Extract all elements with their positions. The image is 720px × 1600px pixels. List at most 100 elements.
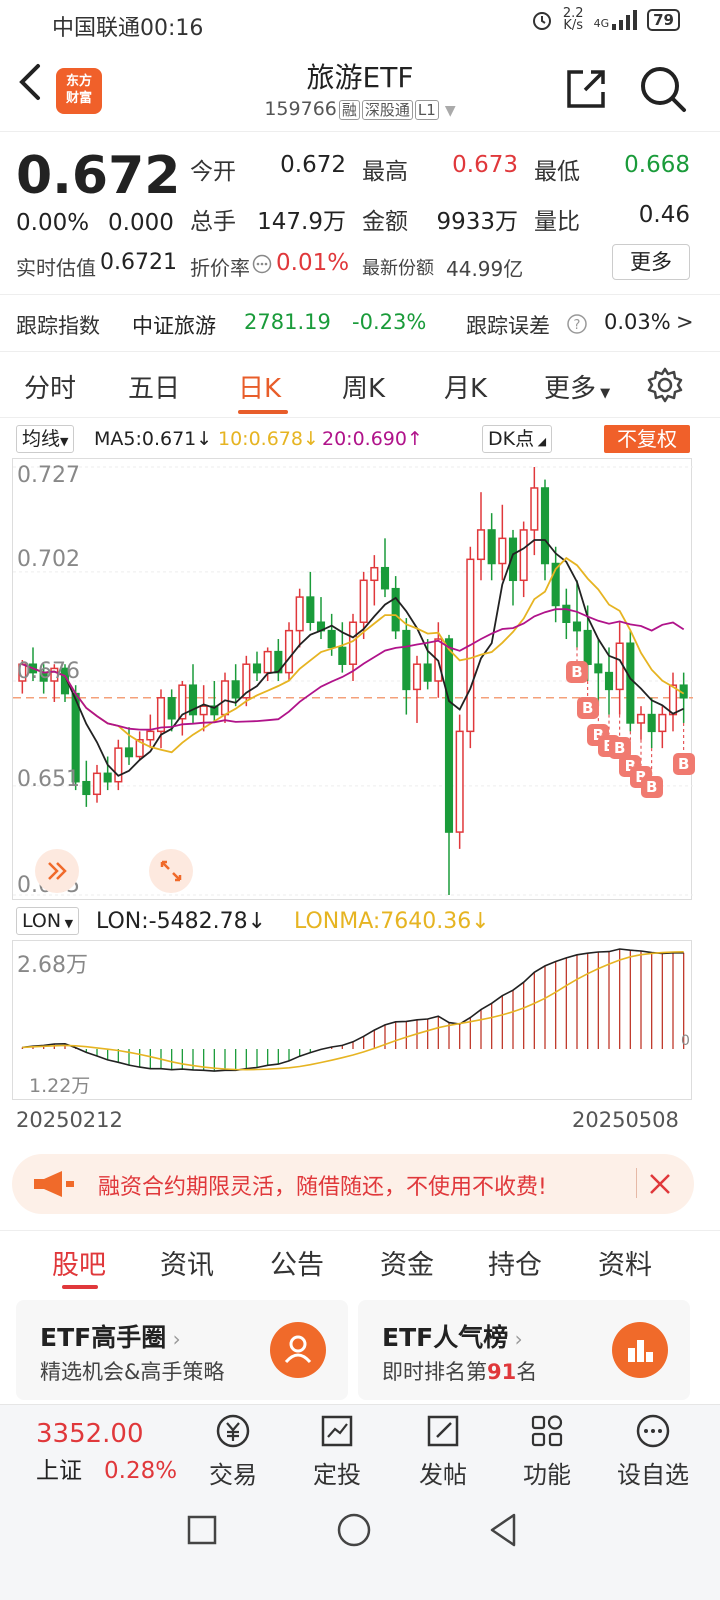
buy-signal-marker[interactable]: B	[576, 697, 599, 719]
candle-body	[391, 587, 400, 632]
gear-icon[interactable]	[646, 366, 684, 404]
tab-more[interactable]: 更多 ▼	[544, 368, 610, 405]
candle-body	[530, 487, 539, 531]
candle-body	[82, 780, 91, 796]
etf-ranking-card[interactable]: ETF人气榜 › 即时排名第91名	[358, 1300, 690, 1400]
chevron-down-icon: ▼	[444, 103, 456, 119]
info-dots-icon[interactable]	[252, 254, 272, 274]
battery-icon: 79	[647, 9, 680, 31]
candle-body	[295, 596, 304, 632]
tab-news[interactable]: 资讯	[160, 1243, 214, 1282]
candle-body	[231, 680, 240, 699]
buy-signal-marker[interactable]: B	[566, 661, 588, 684]
candle-body	[92, 772, 102, 796]
volume-label: 总手	[190, 209, 236, 235]
recent-apps-icon[interactable]	[186, 1514, 218, 1546]
home-icon[interactable]	[336, 1512, 372, 1548]
tracking-row[interactable]: 跟踪指数 中证旅游 2781.19 -0.23% 跟踪误差 ? 0.03% >	[0, 294, 720, 352]
lon-legend-row: LON ▼ LON:-5482.78↓ LONMA:7640.36↓	[0, 902, 720, 940]
dk-point-selector[interactable]: DK点 ◢	[482, 425, 553, 453]
tracking-value: 2781.19	[244, 310, 331, 334]
candle-body	[540, 487, 550, 565]
add-watchlist-button[interactable]: 设自选	[608, 1411, 698, 1490]
tab-intraday[interactable]: 分时	[24, 368, 76, 405]
candle-body	[402, 629, 411, 691]
shares-label: 最新份额	[362, 258, 434, 279]
tab-forum[interactable]: 股吧	[52, 1243, 106, 1282]
help-icon[interactable]: ?	[566, 313, 588, 335]
promo-banner[interactable]: 融资合约期限灵活，随借随还，不使用不收费!	[12, 1154, 694, 1214]
quote-panel: 0.672 0.00% 0.000 今开 0.672 最高 0.673 最低 0…	[0, 132, 720, 292]
tab-profile[interactable]: 资料	[598, 1243, 652, 1282]
ma20-value: 20:0.690↑	[322, 428, 423, 450]
candle-body	[156, 697, 166, 733]
lon-y-bottom: 1.22万	[29, 1075, 91, 1097]
y-tick-label: 0.727	[17, 463, 80, 488]
fullscreen-button[interactable]	[149, 849, 193, 893]
candle-body	[636, 713, 646, 724]
tab-five-day[interactable]: 五日	[128, 368, 180, 405]
info-tab-indicator	[62, 1285, 98, 1289]
group-icon	[270, 1322, 326, 1378]
yuan-icon	[216, 1414, 250, 1448]
net-speed: 2.2 K/s	[562, 6, 584, 33]
index-name: 上证	[36, 1458, 82, 1484]
y-tick-label: 0.702	[17, 547, 80, 572]
chevron-right-icon: >	[676, 310, 694, 334]
etf-expert-card[interactable]: ETF高手圈 › 精选机会&高手策略	[16, 1300, 348, 1400]
candle-body	[284, 629, 294, 674]
candle-body	[519, 529, 528, 582]
candle-body	[423, 663, 432, 682]
premium-value: 0.01%	[276, 250, 350, 276]
lonma-value: LONMA:7640.36↓	[294, 909, 490, 934]
tab-holdings[interactable]: 持仓	[488, 1243, 542, 1282]
index-widget[interactable]: 3352.00 上证 0.28%	[36, 1419, 177, 1485]
more-button[interactable]: 更多	[612, 244, 690, 280]
adjust-mode-badge[interactable]: 不复权	[604, 425, 690, 453]
invest-button[interactable]: 定投	[292, 1411, 382, 1490]
x-start-date: 20250212	[16, 1108, 123, 1132]
buy-signal-marker[interactable]: B	[672, 752, 695, 775]
ratio-value: 0.46	[638, 202, 690, 228]
lon-value: LON:-5482.78↓	[96, 909, 267, 934]
back-nav-icon[interactable]	[486, 1512, 520, 1548]
tracking-error-label: 跟踪误差	[466, 314, 550, 338]
indicator-selector[interactable]: LON ▼	[16, 907, 80, 935]
trade-button[interactable]: 交易	[188, 1411, 278, 1490]
candle-body	[583, 629, 592, 665]
alarm-icon	[532, 12, 551, 30]
card-subtitle: 即时排名第91名	[382, 1360, 538, 1384]
ma5-value: MA5:0.671↓	[94, 428, 213, 450]
ma-selector[interactable]: 均线▼	[16, 425, 75, 453]
tracking-index: 中证旅游	[132, 314, 216, 338]
share-icon[interactable]	[565, 66, 609, 110]
tab-monthly-k[interactable]: 月K	[444, 368, 487, 405]
expand-left-button[interactable]	[35, 849, 79, 893]
estimate-label: 实时估值	[16, 256, 96, 280]
y-tick-label: 0.676	[17, 659, 80, 684]
tab-daily-k[interactable]: 日K	[238, 368, 281, 405]
lon-svg	[21, 948, 685, 1072]
kline-chart[interactable]: 0.727 0.702 0.676 0.651 0.625 BBBBBBBBB	[12, 458, 695, 900]
candle-body	[604, 671, 614, 691]
post-button[interactable]: 发帖	[398, 1411, 488, 1490]
candle-body	[380, 566, 390, 590]
carrier-time: 中国联通00:16	[52, 16, 204, 41]
tab-funds[interactable]: 资金	[380, 1243, 434, 1282]
candle-body	[252, 663, 262, 674]
tab-weekly-k[interactable]: 周K	[342, 368, 385, 405]
page-title: 旅游ETF	[306, 61, 414, 94]
stock-code-line: 159766 融深股通 L1 ▼	[0, 98, 720, 120]
tab-announcements[interactable]: 公告	[270, 1243, 324, 1282]
search-icon[interactable]	[638, 64, 688, 114]
buy-signal-marker[interactable]: B	[640, 776, 663, 799]
card-subtitle: 精选机会&高手策略	[40, 1360, 225, 1384]
candle-body	[658, 713, 667, 733]
high-value: 0.673	[452, 152, 518, 178]
index-pct: 0.28%	[104, 1458, 178, 1484]
candle-body	[647, 713, 656, 733]
lon-chart[interactable]: 2.68万 1.22万 0	[12, 940, 692, 1100]
function-button[interactable]: 功能	[502, 1411, 592, 1490]
close-icon[interactable]	[648, 1172, 672, 1196]
low-label: 最低	[534, 159, 580, 185]
